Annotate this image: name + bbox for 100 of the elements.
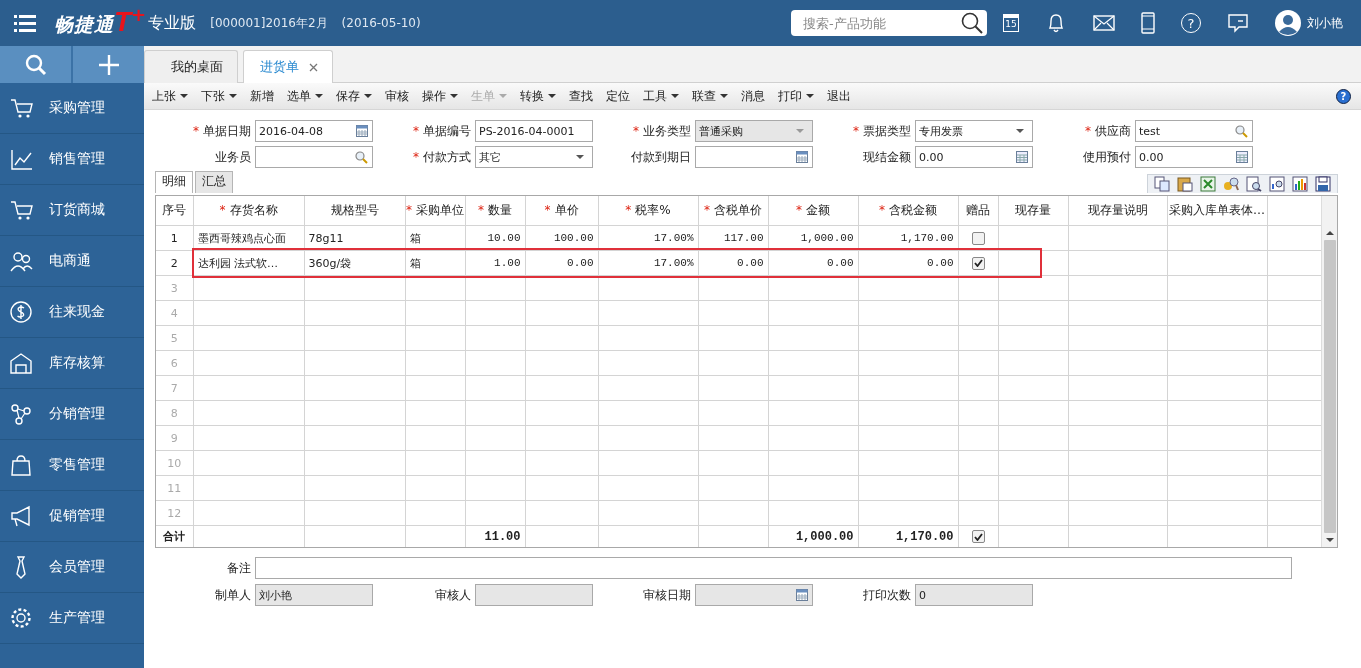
checkbox[interactable] bbox=[971, 256, 985, 270]
scrollbar[interactable] bbox=[1321, 196, 1337, 547]
toolbar-button[interactable]: 工具 bbox=[643, 87, 679, 105]
column-header[interactable]: * 税率% bbox=[598, 196, 698, 226]
input-field[interactable]: test bbox=[1135, 120, 1253, 142]
column-title: 采购入库单表体… bbox=[1169, 203, 1265, 217]
chat-icon[interactable] bbox=[1227, 13, 1249, 33]
input-field[interactable]: 0.00 bbox=[1135, 146, 1253, 168]
search-icon[interactable] bbox=[961, 12, 983, 34]
user-name[interactable]: 刘小艳 bbox=[1307, 14, 1343, 32]
spreadsheet-icon[interactable] bbox=[1200, 176, 1216, 192]
input-field[interactable] bbox=[695, 146, 813, 168]
table-cell: 78g11 bbox=[308, 231, 344, 245]
bar-chart-icon[interactable] bbox=[1292, 176, 1308, 192]
field-label: 付款方式 bbox=[423, 149, 471, 164]
field-label: 单据编号 bbox=[423, 123, 471, 138]
toolbar-button[interactable]: 联查 bbox=[692, 87, 728, 105]
dollar-search-icon[interactable] bbox=[1223, 176, 1239, 192]
row-number: 12 bbox=[167, 506, 182, 520]
toolbar-button[interactable]: 查找 bbox=[569, 87, 593, 105]
column-header[interactable]: * 数量 bbox=[465, 196, 525, 226]
column-header[interactable]: * 存货名称 bbox=[193, 196, 304, 226]
phone-icon[interactable] bbox=[1141, 12, 1155, 34]
scroll-thumb[interactable] bbox=[1323, 240, 1336, 533]
toolbar-button[interactable]: 上张 bbox=[152, 87, 188, 105]
table-cell: 0.00 bbox=[927, 257, 954, 269]
preview-icon[interactable] bbox=[1246, 176, 1262, 192]
tab[interactable]: 汇总 bbox=[195, 171, 233, 193]
column-title: 现存量说明 bbox=[1087, 203, 1148, 217]
required-mark: * bbox=[879, 203, 885, 217]
avatar-icon[interactable] bbox=[1275, 10, 1301, 36]
scroll-up-icon[interactable] bbox=[1325, 231, 1334, 235]
chart-search-icon[interactable] bbox=[1269, 176, 1285, 192]
input-field[interactable] bbox=[255, 146, 373, 168]
field-label: 单据日期 bbox=[203, 123, 251, 138]
gear-icon bbox=[10, 606, 33, 630]
column-header[interactable]: 规格型号 bbox=[304, 196, 405, 226]
close-icon[interactable] bbox=[309, 62, 318, 72]
column-header[interactable]: * 含税金额 bbox=[858, 196, 958, 226]
search-button[interactable] bbox=[0, 46, 71, 83]
calendar-icon[interactable]: 15 bbox=[1003, 14, 1019, 32]
search-field[interactable]: 搜索-产品功能 bbox=[791, 10, 987, 36]
column-header[interactable]: * 含税单价 bbox=[698, 196, 768, 226]
checkbox[interactable] bbox=[971, 231, 985, 245]
calendar-icon[interactable] bbox=[796, 151, 808, 163]
column-header[interactable]: * 金额 bbox=[768, 196, 858, 226]
field-label: 业务类型 bbox=[643, 123, 691, 138]
scroll-down-icon[interactable] bbox=[1325, 538, 1334, 542]
toolbar-button[interactable]: 定位 bbox=[606, 87, 630, 105]
toolbar-button[interactable]: 打印 bbox=[778, 87, 814, 105]
megaphone-icon bbox=[10, 504, 33, 528]
dropdown-arrow-icon[interactable] bbox=[576, 155, 584, 159]
row-number: 4 bbox=[170, 306, 178, 320]
tab[interactable]: 明细 bbox=[155, 171, 193, 193]
row-number: 8 bbox=[170, 406, 178, 420]
toolbar-button[interactable]: 退出 bbox=[827, 87, 851, 105]
column-header[interactable]: 现存量 bbox=[998, 196, 1068, 226]
calendar-icon[interactable] bbox=[356, 125, 368, 137]
table-cell: 100.00 bbox=[553, 232, 594, 244]
dropdown-field[interactable]: 其它 bbox=[475, 146, 593, 168]
column-header[interactable]: 采购入库单表体… bbox=[1167, 196, 1267, 226]
column-header[interactable]: 现存量说明 bbox=[1068, 196, 1167, 226]
checkbox[interactable] bbox=[971, 530, 985, 544]
coin-icon bbox=[10, 300, 33, 324]
column-header[interactable]: * 单价 bbox=[525, 196, 598, 226]
calculator-icon[interactable] bbox=[1236, 151, 1248, 163]
input-field[interactable]: PS-2016-04-0001 bbox=[475, 120, 593, 142]
toolbar-button[interactable]: 操作 bbox=[422, 87, 458, 105]
table-cell: 17.00% bbox=[653, 257, 694, 269]
toolbar-button[interactable]: 消息 bbox=[741, 87, 765, 105]
toolbar-button[interactable]: 审核 bbox=[385, 87, 409, 105]
input-field[interactable]: 0.00 bbox=[915, 146, 1033, 168]
warehouse-icon bbox=[10, 351, 33, 375]
menu-icon[interactable] bbox=[14, 14, 36, 32]
tab[interactable]: 进货单 bbox=[243, 50, 333, 83]
toolbar-button[interactable]: 保存 bbox=[336, 87, 372, 105]
help-icon[interactable]: ? bbox=[1336, 88, 1351, 104]
clipboard-icon[interactable] bbox=[1177, 176, 1193, 192]
field-label: 审核日期 bbox=[643, 587, 691, 602]
table-cell: 0.00 bbox=[567, 257, 594, 269]
input-field[interactable]: 2016-04-08 bbox=[255, 120, 373, 142]
calculator-icon[interactable] bbox=[1016, 151, 1028, 163]
dropdown-arrow-icon[interactable] bbox=[1016, 129, 1024, 133]
toolbar-button[interactable]: 新增 bbox=[250, 87, 274, 105]
column-header[interactable]: 赠品 bbox=[958, 196, 998, 226]
field-label: 打印次数 bbox=[863, 587, 911, 602]
mail-icon[interactable] bbox=[1093, 14, 1115, 32]
tab[interactable]: 我的桌面 bbox=[144, 50, 238, 83]
toolbar-button[interactable]: 选单 bbox=[287, 87, 323, 105]
row-number: 5 bbox=[170, 331, 178, 345]
copy-icon[interactable] bbox=[1154, 176, 1170, 192]
save-icon[interactable] bbox=[1315, 176, 1331, 192]
toolbar-button[interactable]: 转换 bbox=[520, 87, 556, 105]
column-header[interactable]: 序号 bbox=[156, 196, 193, 226]
field-label: 票据类型 bbox=[863, 123, 911, 138]
column-header[interactable]: * 采购单位 bbox=[405, 196, 465, 226]
input-field[interactable] bbox=[255, 557, 1292, 579]
dropdown-field[interactable]: 专用发票 bbox=[915, 120, 1033, 142]
toolbar-button[interactable]: 下张 bbox=[201, 87, 237, 105]
add-button[interactable] bbox=[73, 46, 144, 83]
